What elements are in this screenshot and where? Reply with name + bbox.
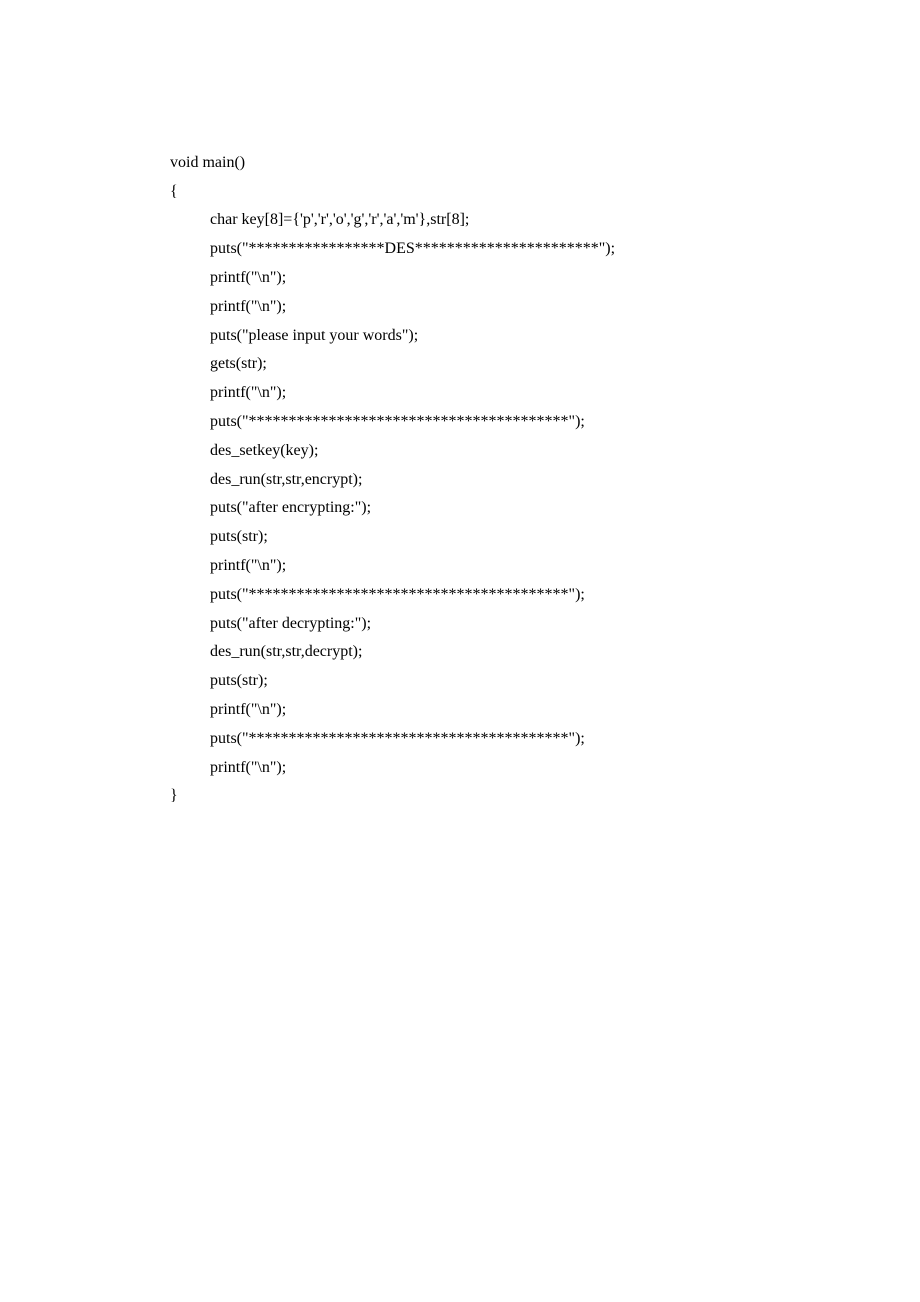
code-line: { — [170, 178, 750, 207]
code-line: puts(str); — [170, 667, 750, 696]
code-line: printf("\n"); — [170, 696, 750, 725]
code-line: puts("please input your words"); — [170, 322, 750, 351]
code-line: des_run(str,str,encrypt); — [170, 466, 750, 495]
code-line: puts("after decrypting:"); — [170, 610, 750, 639]
code-line: puts("*****************DES**************… — [170, 235, 750, 264]
code-line: } — [170, 782, 750, 811]
code-line: gets(str); — [170, 350, 750, 379]
code-line: char key[8]={'p','r','o','g','r','a','m'… — [170, 206, 750, 235]
code-line: des_run(str,str,decrypt); — [170, 638, 750, 667]
code-line: puts(str); — [170, 523, 750, 552]
code-block: void main(){char key[8]={'p','r','o','g'… — [170, 120, 750, 811]
code-line: printf("\n"); — [170, 379, 750, 408]
code-line: printf("\n"); — [170, 264, 750, 293]
code-line: des_setkey(key); — [170, 437, 750, 466]
code-line: puts("**********************************… — [170, 725, 750, 754]
code-line: puts("**********************************… — [170, 581, 750, 610]
code-line: printf("\n"); — [170, 754, 750, 783]
code-line: puts("**********************************… — [170, 408, 750, 437]
code-line: puts("after encrypting:"); — [170, 494, 750, 523]
code-line: printf("\n"); — [170, 552, 750, 581]
code-line: printf("\n"); — [170, 293, 750, 322]
code-line: void main() — [170, 149, 750, 178]
